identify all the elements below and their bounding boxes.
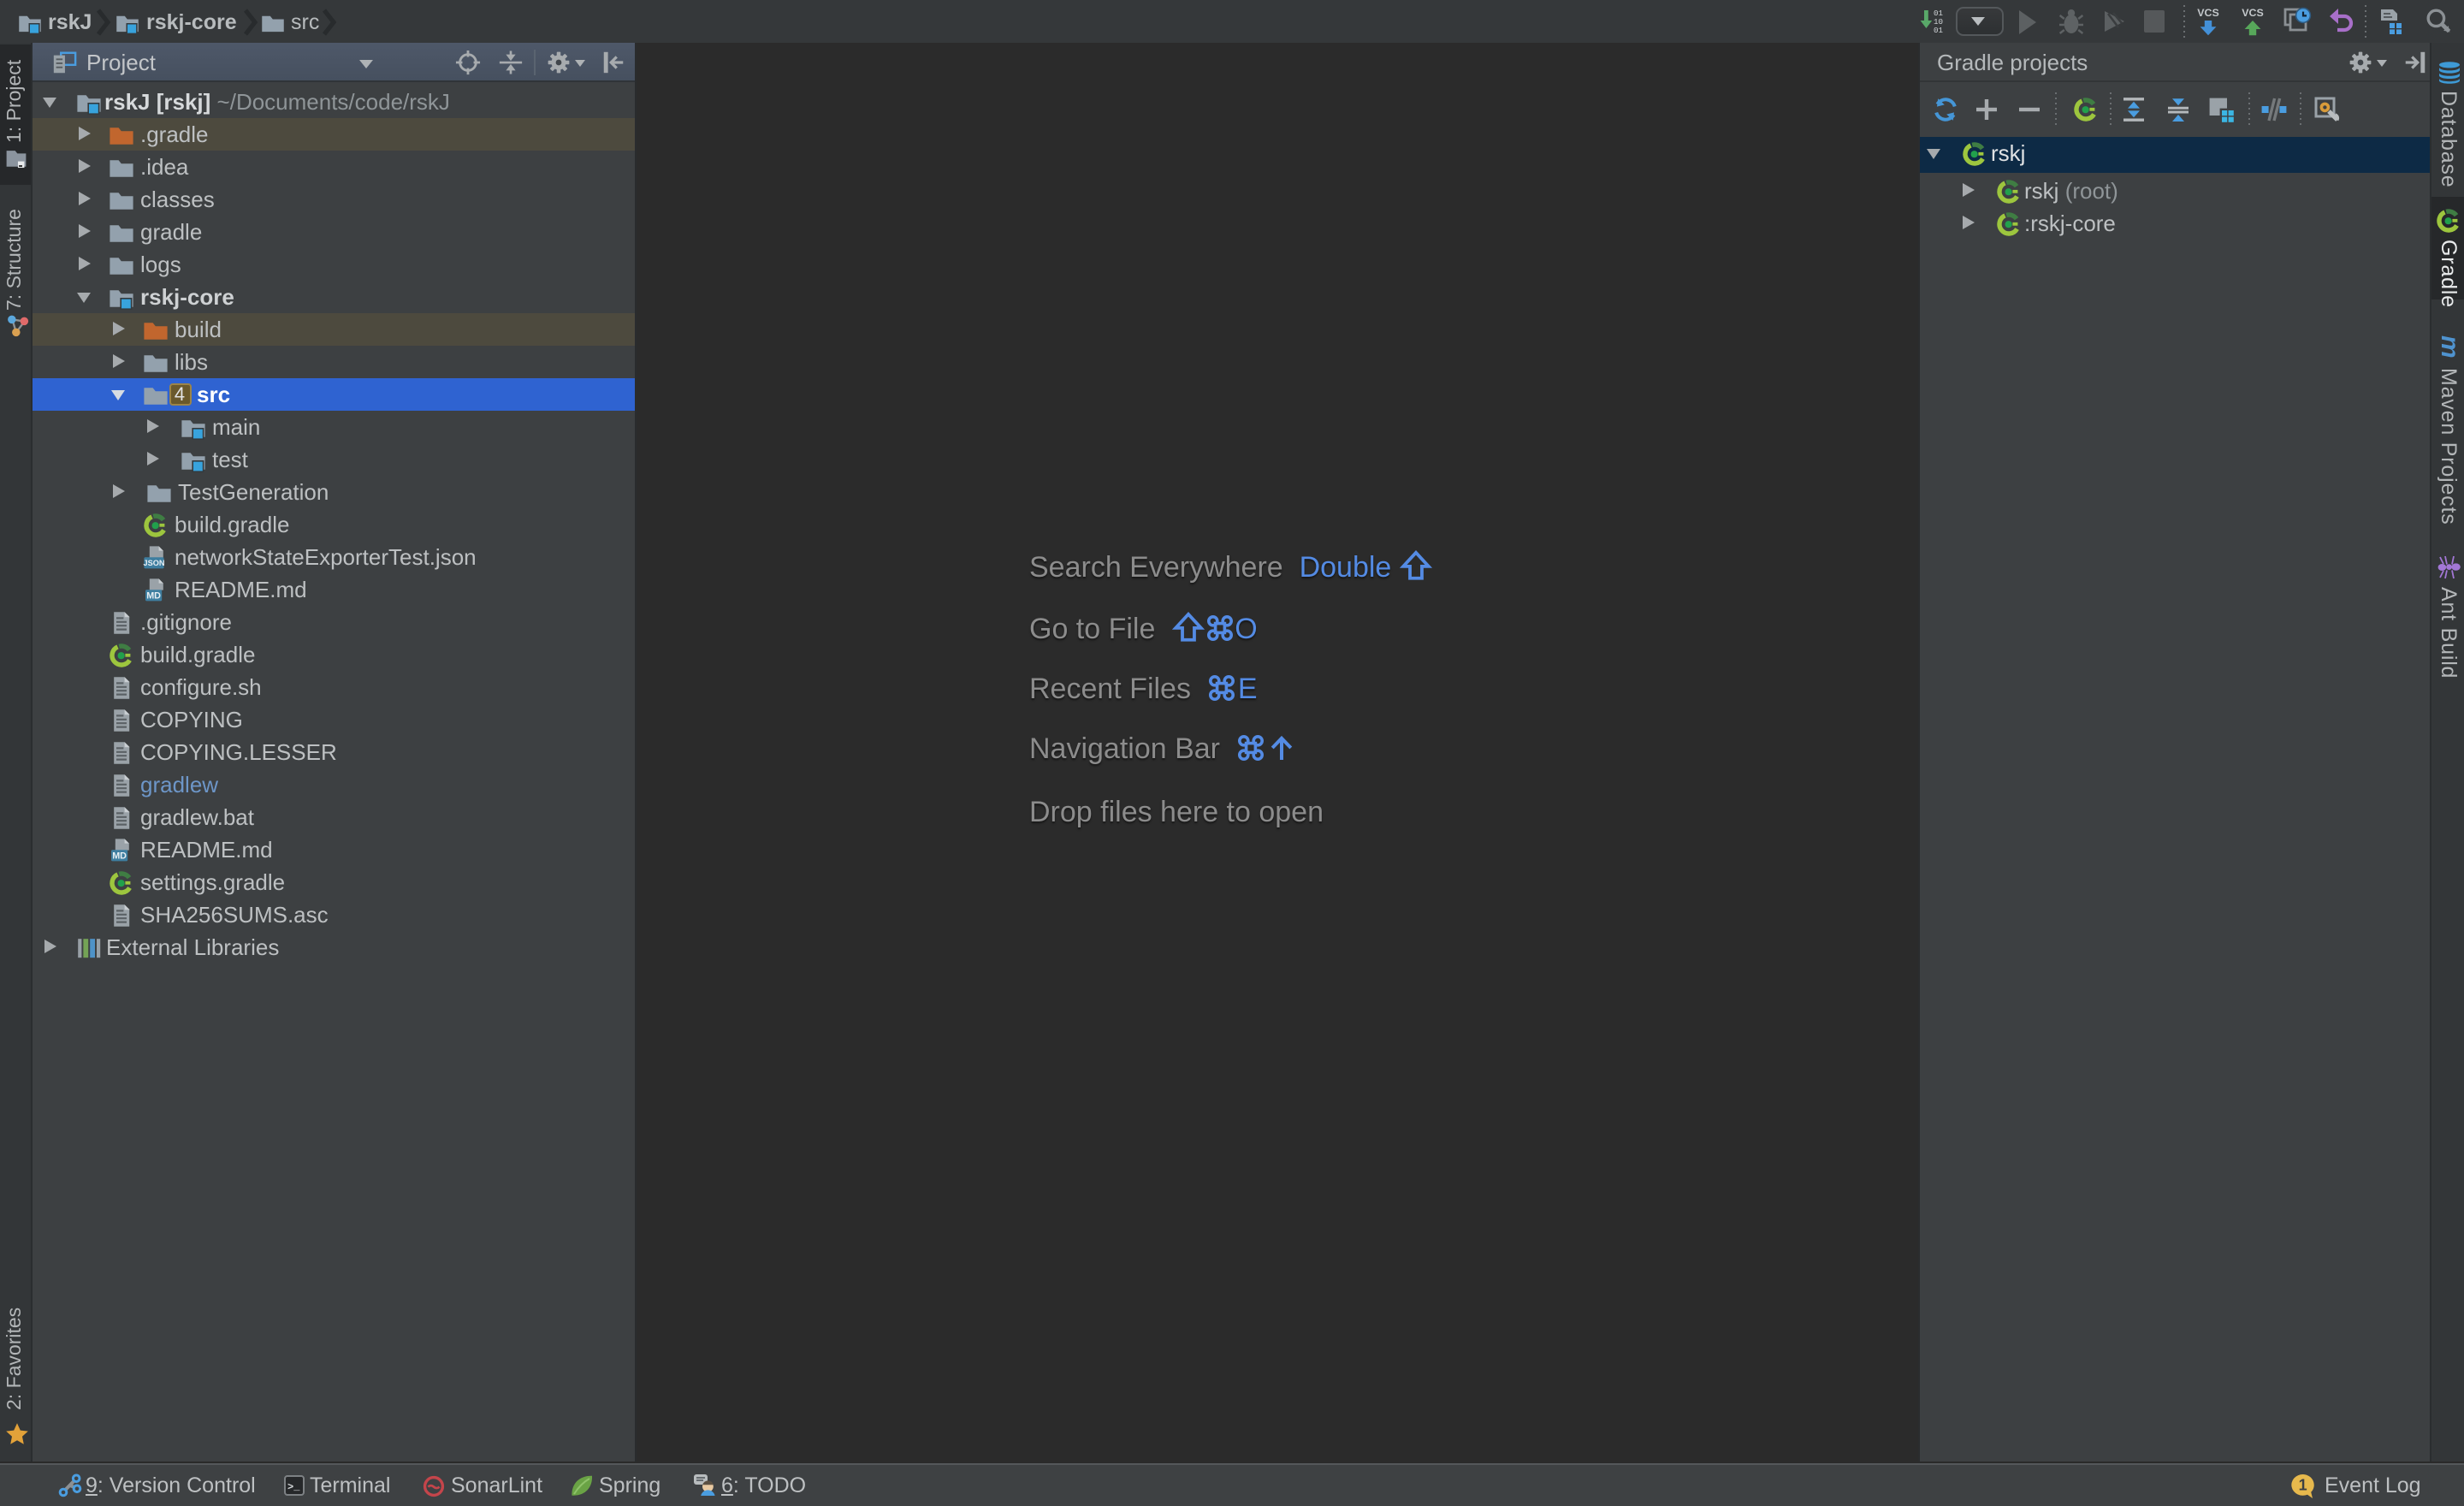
svg-text:1: 1 xyxy=(2299,1477,2307,1494)
svg-text:>_: >_ xyxy=(287,1481,300,1493)
svg-text:VCS: VCS xyxy=(2242,7,2263,19)
svg-text:VCS: VCS xyxy=(2197,7,2218,19)
svg-text:01: 01 xyxy=(1934,26,1944,35)
